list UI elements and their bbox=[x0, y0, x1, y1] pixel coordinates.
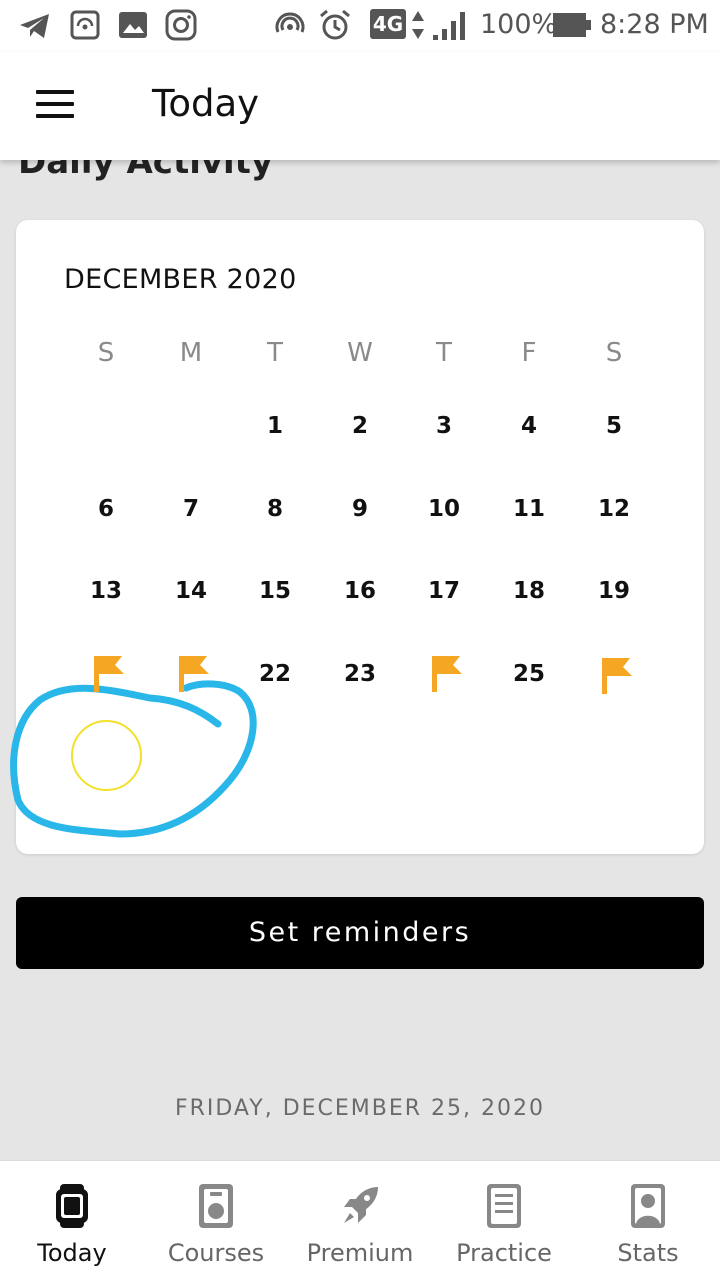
watch-icon bbox=[56, 1184, 88, 1228]
clock: 8:28 PM bbox=[600, 9, 709, 40]
flag-icon[interactable] bbox=[600, 656, 636, 696]
nav-label: Premium bbox=[306, 1239, 414, 1267]
weekday-label: F bbox=[521, 338, 537, 368]
bottom-navigation: Today Courses Premium Practice Stats bbox=[0, 1160, 720, 1280]
today-indicator[interactable] bbox=[71, 720, 142, 791]
nav-label: Stats bbox=[617, 1239, 679, 1267]
nav-item-stats[interactable]: Stats bbox=[576, 1161, 720, 1280]
calendar-day[interactable]: 2 bbox=[325, 396, 395, 456]
menu-icon[interactable] bbox=[36, 90, 76, 120]
nav-item-practice[interactable]: Practice bbox=[432, 1161, 576, 1280]
calendar-day[interactable]: 22 bbox=[240, 644, 310, 704]
calendar-day[interactable]: 9 bbox=[325, 479, 395, 539]
weekday-label: M bbox=[179, 338, 203, 368]
profile-card-icon bbox=[631, 1184, 665, 1228]
calendar-day[interactable]: 17 bbox=[409, 561, 479, 621]
nav-item-today[interactable]: Today bbox=[0, 1161, 144, 1280]
calendar-day[interactable]: 19 bbox=[579, 561, 649, 621]
nav-item-courses[interactable]: Courses bbox=[144, 1161, 288, 1280]
calendar-day[interactable]: 11 bbox=[494, 479, 564, 539]
current-date-label: FRIDAY, DECEMBER 25, 2020 bbox=[174, 1096, 546, 1121]
nav-item-premium[interactable]: Premium bbox=[288, 1161, 432, 1280]
calendar-day[interactable]: 8 bbox=[240, 479, 310, 539]
calendar-day[interactable]: 18 bbox=[494, 561, 564, 621]
battery-percent: 100% bbox=[480, 9, 558, 40]
calendar-day[interactable]: 5 bbox=[579, 396, 649, 456]
calendar-day[interactable]: 13 bbox=[71, 561, 141, 621]
nav-label: Practice bbox=[456, 1239, 552, 1267]
weekday-label: W bbox=[347, 338, 373, 368]
nav-label: Courses bbox=[167, 1239, 265, 1267]
flag-icon[interactable] bbox=[92, 654, 128, 694]
set-reminders-button[interactable]: Set reminders bbox=[16, 897, 704, 969]
calendar-day[interactable]: 23 bbox=[325, 644, 395, 704]
weekday-label: T bbox=[267, 338, 283, 368]
signal-icon bbox=[433, 12, 465, 40]
calendar-day[interactable]: 15 bbox=[240, 561, 310, 621]
calendar-day[interactable]: 7 bbox=[156, 479, 226, 539]
courses-icon bbox=[199, 1184, 233, 1228]
battery-icon bbox=[553, 13, 591, 37]
rocket-icon bbox=[344, 1187, 378, 1223]
app-bar: Today bbox=[0, 52, 720, 160]
telegram-icon bbox=[20, 14, 49, 38]
flag-icon[interactable] bbox=[177, 654, 213, 694]
weekday-label: S bbox=[97, 338, 115, 368]
data-arrows-icon bbox=[412, 11, 424, 39]
calendar-day[interactable]: 25 bbox=[494, 644, 564, 704]
nav-label: Today bbox=[37, 1239, 107, 1267]
gallery-icon bbox=[119, 12, 147, 38]
calendar-day[interactable]: 16 bbox=[325, 561, 395, 621]
calendar-day[interactable]: 1 bbox=[240, 396, 310, 456]
alarm-icon bbox=[320, 9, 350, 40]
flag-icon[interactable] bbox=[430, 654, 466, 694]
status-bar: 4G 100% 8:28 PM bbox=[0, 0, 720, 52]
instagram-icon bbox=[165, 9, 197, 41]
calendar-day[interactable]: 6 bbox=[71, 479, 141, 539]
weekday-label: T bbox=[436, 338, 452, 368]
document-icon bbox=[487, 1184, 521, 1228]
month-title: DECEMBER 2020 bbox=[64, 264, 297, 295]
weekday-label: S bbox=[605, 338, 623, 368]
hotspot-icon bbox=[275, 12, 305, 33]
page-title: Today bbox=[152, 82, 260, 125]
calendar-day[interactable]: 14 bbox=[156, 561, 226, 621]
calendar-day[interactable]: 3 bbox=[409, 396, 479, 456]
calendar-day[interactable]: 10 bbox=[409, 479, 479, 539]
calendar-day[interactable]: 12 bbox=[579, 479, 649, 539]
hotspot-square-icon bbox=[70, 10, 100, 40]
calendar-day[interactable]: 4 bbox=[494, 396, 564, 456]
network-type-badge: 4G bbox=[370, 9, 406, 39]
